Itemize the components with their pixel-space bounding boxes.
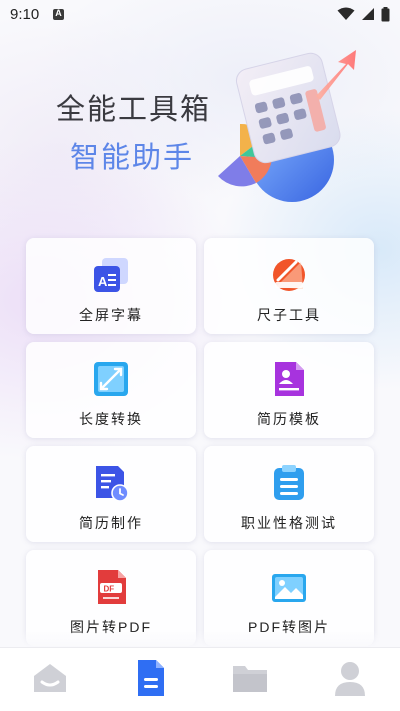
status-time: 9:10 (10, 5, 40, 23)
document-icon[interactable] (130, 658, 170, 698)
tool-card-fullscreen-subtitle[interactable]: A 全屏字幕 (26, 238, 196, 334)
resume-make-icon (96, 466, 129, 502)
tool-label: 长度转换 (79, 411, 143, 427)
tool-card-ruler[interactable]: 尺子工具 (204, 238, 374, 334)
image-to-pdf-icon: DF (98, 570, 126, 604)
svg-text:DF: DF (104, 585, 115, 594)
resume-template-icon (275, 362, 304, 396)
tool-label: 全屏字幕 (79, 307, 143, 323)
status-icons (337, 6, 390, 22)
tool-label: 职业性格测试 (241, 515, 337, 531)
scroll-fade (0, 630, 400, 648)
status-bar: 9:10 (0, 0, 400, 28)
signal-icon (362, 8, 374, 20)
hero-title: 全能工具箱 (56, 94, 212, 126)
bottom-tab-bar (0, 647, 400, 711)
home-icon[interactable] (30, 658, 70, 698)
notification-a-icon (53, 8, 65, 20)
folder-icon[interactable] (230, 658, 270, 698)
tool-card-length-convert[interactable]: 长度转换 (26, 342, 196, 438)
tool-label: 简历模板 (257, 411, 321, 427)
tool-card-career-test[interactable]: 职业性格测试 (204, 446, 374, 542)
tool-card-resume-make[interactable]: 简历制作 (26, 446, 196, 542)
subtitle-icon: A (94, 258, 128, 292)
hero-illustration (218, 50, 356, 202)
ruler-icon (273, 259, 305, 291)
tool-label: 尺子工具 (257, 307, 321, 323)
clipboard-test-icon (274, 465, 304, 500)
svg-text:A: A (98, 274, 108, 289)
profile-icon[interactable] (330, 658, 370, 698)
tool-label: 简历制作 (79, 515, 143, 531)
pdf-to-image-icon (272, 574, 306, 602)
length-convert-icon (94, 362, 128, 396)
tool-card-resume-template[interactable]: 简历模板 (204, 342, 374, 438)
battery-icon (381, 6, 390, 21)
wifi-icon (337, 7, 355, 20)
hero-subtitle: 智能助手 (70, 142, 195, 174)
